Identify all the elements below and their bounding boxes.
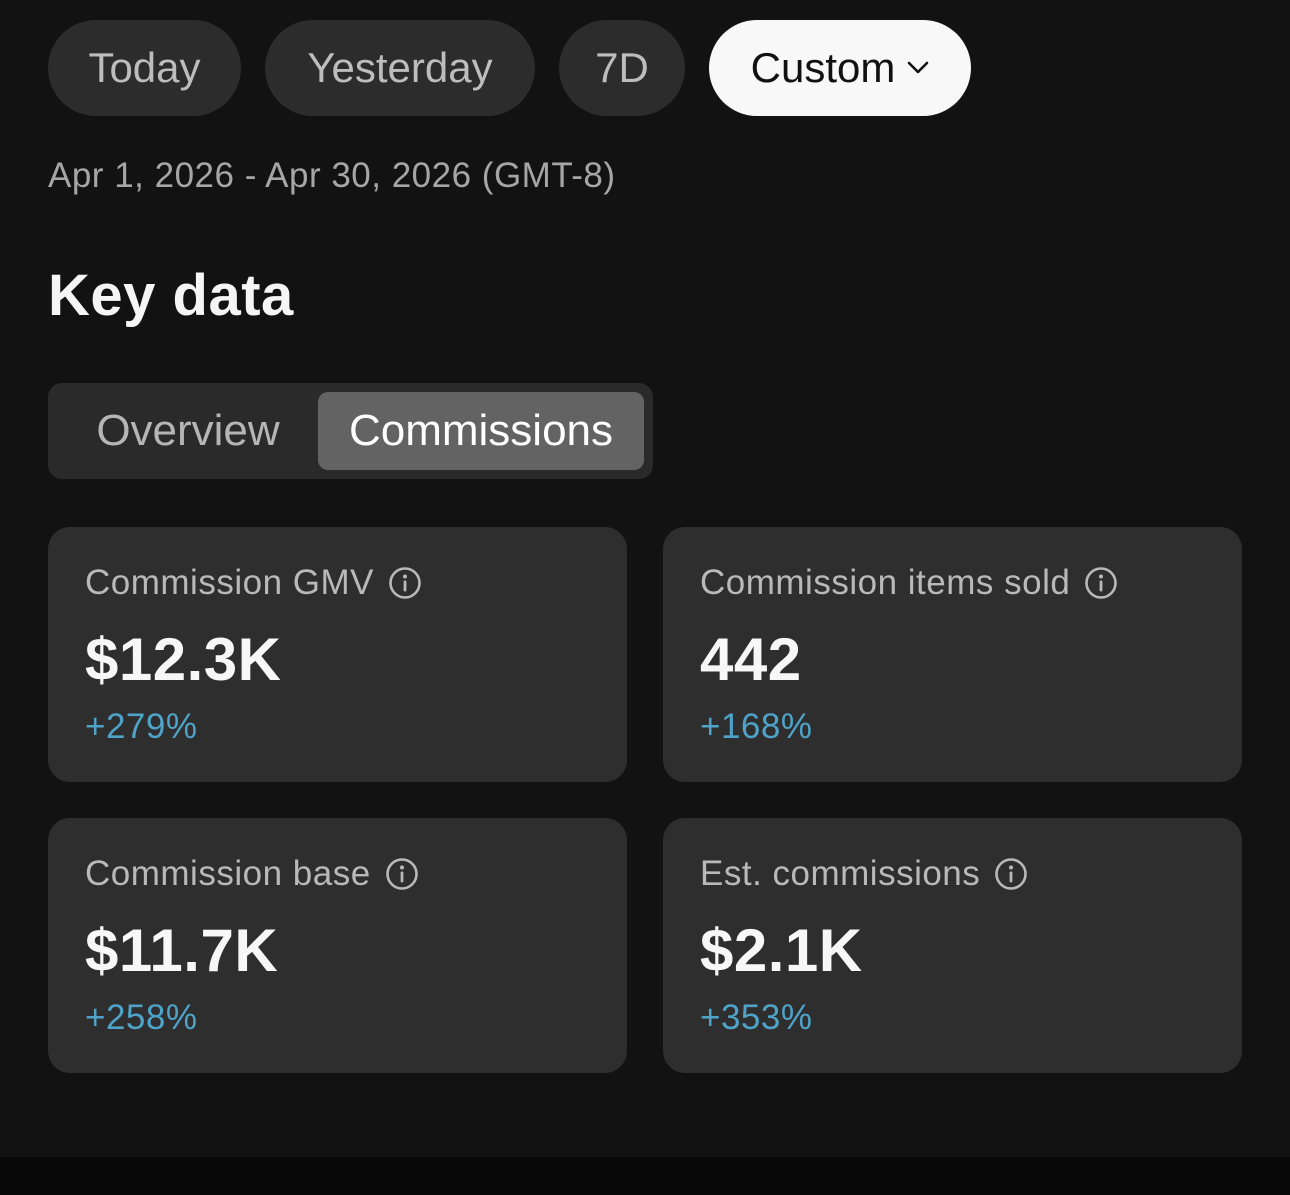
metric-label-row: Commission items sold — [700, 563, 1118, 603]
date-chip-yesterday-label: Yesterday — [307, 44, 493, 91]
metric-change: +258% — [85, 998, 198, 1037]
tab-commissions-label: Commissions — [348, 406, 614, 455]
metric-label-row: Commission base — [85, 854, 419, 894]
date-chip-today-label: Today — [88, 44, 201, 91]
tab-overview[interactable]: Overview — [58, 392, 318, 470]
metric-change: +279% — [85, 707, 198, 746]
metric-value: $11.7K — [85, 917, 279, 984]
date-filter-chips: Today Yesterday 7D Custom — [48, 20, 971, 116]
info-icon[interactable] — [388, 566, 422, 600]
info-icon[interactable] — [1084, 566, 1118, 600]
bottom-divider-bar — [0, 1157, 1290, 1195]
date-chip-7d[interactable]: 7D — [559, 20, 685, 116]
metric-label: Commission items sold — [700, 563, 1071, 602]
metric-value: $2.1K — [700, 917, 863, 984]
page-title: Key data — [48, 263, 294, 328]
date-chip-today[interactable]: Today — [48, 20, 241, 116]
tab-overview-label: Overview — [96, 406, 280, 455]
metric-change: +353% — [700, 998, 813, 1037]
data-view-tabs: Overview Commissions — [48, 383, 653, 479]
info-icon[interactable] — [385, 857, 419, 891]
metric-value: $12.3K — [85, 626, 282, 693]
metric-value: 442 — [700, 626, 802, 693]
metric-card-commission-gmv[interactable]: Commission GMV $12.3K +279% — [48, 527, 627, 782]
tab-commissions[interactable]: Commissions — [318, 392, 644, 470]
date-chip-custom-label: Custom — [750, 44, 896, 91]
metric-label: Commission GMV — [85, 563, 374, 602]
metric-label-row: Est. commissions — [700, 854, 1028, 894]
metric-label: Est. commissions — [700, 854, 981, 893]
metric-label: Commission base — [85, 854, 371, 893]
metric-card-est-commissions[interactable]: Est. commissions $2.1K +353% — [663, 818, 1242, 1073]
date-chip-custom[interactable]: Custom — [709, 20, 971, 116]
info-icon[interactable] — [994, 857, 1028, 891]
date-chip-yesterday[interactable]: Yesterday — [265, 20, 535, 116]
metric-label-row: Commission GMV — [85, 563, 422, 603]
date-range-text: Apr 1, 2026 - Apr 30, 2026 (GMT-8) — [48, 156, 616, 195]
metric-change: +168% — [700, 707, 813, 746]
metric-card-commission-base[interactable]: Commission base $11.7K +258% — [48, 818, 627, 1073]
date-chip-7d-label: 7D — [595, 44, 649, 91]
chevron-down-icon — [908, 61, 929, 74]
metric-card-commission-items-sold[interactable]: Commission items sold 442 +168% — [663, 527, 1242, 782]
